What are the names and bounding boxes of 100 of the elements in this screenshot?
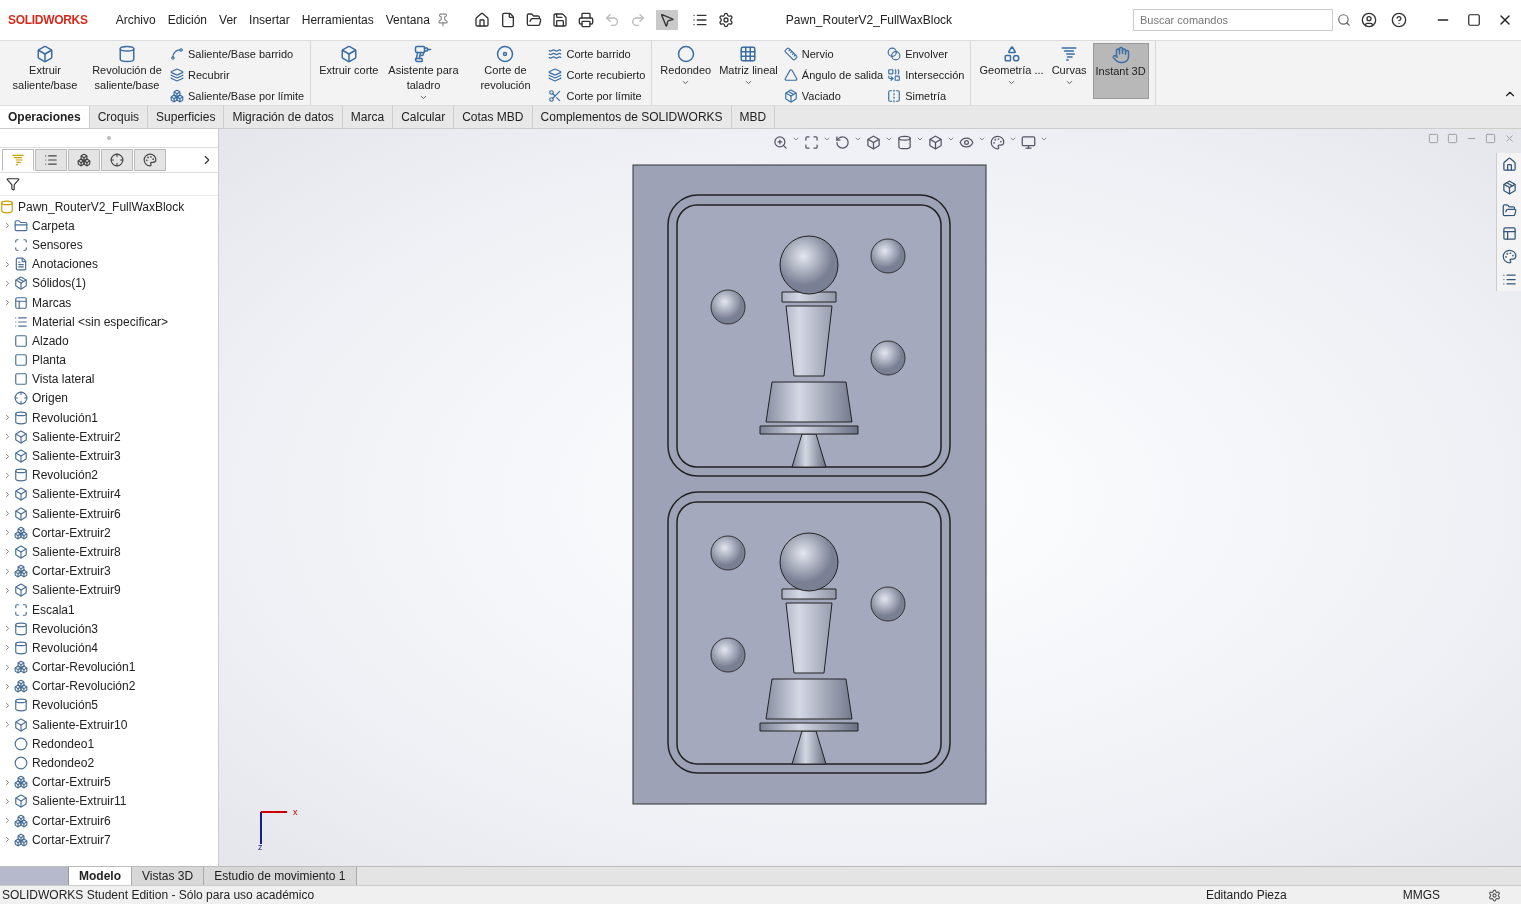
tree-item[interactable]: Revolución3 [32, 621, 99, 636]
ribbon-button[interactable]: Revolución de saliente/base [88, 43, 166, 99]
restore-icon[interactable] [1485, 133, 1496, 144]
filter-icon[interactable] [6, 177, 20, 191]
tree-item[interactable]: Cortar-Revolución1 [32, 660, 136, 675]
rotate-icon[interactable] [834, 135, 850, 150]
ribbon-button[interactable]: Corte de revolución [466, 43, 545, 99]
caret-icon[interactable] [791, 135, 800, 143]
tree-item[interactable]: Revolución2 [32, 468, 99, 483]
model-tab[interactable]: Vistas 3D [132, 867, 205, 885]
ribbon-button[interactable]: Geometría ... [977, 43, 1046, 99]
ribbon-button[interactable]: Curvas [1049, 43, 1089, 99]
ribbon-button[interactable]: Vaciado [783, 87, 884, 104]
search-icon[interactable] [1337, 13, 1351, 27]
tree-item[interactable]: Cortar-Extruir7 [32, 832, 111, 847]
menu-item[interactable]: Ventana [379, 13, 436, 27]
ribbon-button[interactable]: Asistente para taladro [384, 43, 463, 99]
tree-item[interactable]: Saliente-Extruir4 [32, 487, 121, 502]
tree-item[interactable]: Saliente-Extruir9 [32, 583, 121, 598]
zoom-fit-icon[interactable] [803, 135, 819, 150]
home-icon[interactable] [473, 12, 490, 28]
tree-item[interactable]: Saliente-Extruir3 [32, 449, 121, 464]
save-icon[interactable] [551, 12, 568, 28]
search-field[interactable]: Buscar comandos [1133, 9, 1333, 31]
tile-icon[interactable] [1447, 133, 1458, 144]
model-tab[interactable]: Estudio de movimiento 1 [204, 867, 357, 885]
tree-item[interactable]: Material <sin especificar> [32, 314, 169, 329]
palette-icon[interactable] [1501, 249, 1517, 264]
tile-icon[interactable] [1428, 133, 1439, 144]
caret-icon[interactable] [977, 135, 986, 143]
tree-item[interactable]: Alzado [32, 333, 69, 348]
ribbon-button[interactable]: Saliente/Base por límite [170, 87, 305, 104]
caret-icon[interactable] [1039, 135, 1048, 143]
tree-item[interactable]: Sólidos(1) [32, 276, 87, 291]
ribbon-button[interactable]: Saliente/Base barrido [170, 45, 305, 62]
tree-item[interactable]: Saliente-Extruir11 [32, 794, 127, 809]
ribbon-button[interactable]: Corte barrido [548, 45, 646, 62]
tree-item[interactable]: Revolución5 [32, 698, 99, 713]
tree-item[interactable]: Revolución4 [32, 640, 99, 655]
caret-icon[interactable] [1008, 135, 1017, 143]
list-icon[interactable] [1501, 272, 1517, 287]
tree-item[interactable]: Marcas [32, 295, 72, 310]
ribbon-button[interactable]: Nervio [783, 45, 884, 62]
ribbon-button[interactable]: Redondeo [658, 43, 714, 99]
package-icon[interactable] [1501, 180, 1517, 195]
tree-item[interactable]: Saliente-Extruir8 [32, 544, 121, 559]
tree-item[interactable]: Anotaciones [32, 257, 99, 272]
ribbon-button[interactable]: Corte por límite [548, 87, 646, 104]
home-icon[interactable] [1501, 157, 1517, 172]
tree-item[interactable]: Redondeo1 [32, 736, 95, 751]
account-icon[interactable] [1361, 12, 1377, 28]
ribbon-button[interactable]: Envolver [887, 45, 965, 62]
caret-icon[interactable] [853, 135, 862, 143]
caret-icon[interactable] [884, 135, 893, 143]
cube-icon[interactable] [865, 135, 881, 150]
help-icon[interactable] [1391, 12, 1407, 28]
tree-root[interactable]: Pawn_RouterV2_FullWaxBlock [18, 199, 185, 214]
ribbon-button[interactable]: Extruir saliente/base [6, 43, 84, 99]
panel-tab[interactable] [68, 149, 100, 171]
panel-tab[interactable] [101, 149, 133, 171]
caret-icon[interactable] [915, 135, 924, 143]
pin-icon[interactable] [435, 13, 450, 27]
tree-item[interactable]: Saliente-Extruir6 [32, 506, 121, 521]
ribbon-button[interactable]: Matriz lineal [717, 43, 780, 99]
redo-icon[interactable] [629, 12, 646, 28]
tree-item[interactable]: Escala1 [32, 602, 75, 617]
maximize-icon[interactable] [1467, 13, 1481, 27]
select-tool-button[interactable] [655, 10, 678, 30]
tree-item[interactable]: Redondeo2 [32, 756, 95, 771]
panel-tab[interactable] [134, 149, 166, 171]
ribbon-button[interactable]: Ángulo de salida [783, 66, 884, 83]
eye-icon[interactable] [958, 135, 974, 150]
tree-item[interactable]: Sensores [32, 237, 83, 252]
menu-item[interactable]: Archivo [109, 13, 162, 27]
tree-item[interactable]: Saliente-Extruir2 [32, 429, 121, 444]
ribbon-button[interactable]: Instant 3D [1092, 43, 1149, 99]
ribbon-button[interactable]: Extruir corte [317, 43, 381, 99]
monitor-icon[interactable] [1020, 135, 1036, 150]
menu-item[interactable]: Ver [213, 13, 244, 27]
ribbon-tab[interactable]: Operaciones [0, 106, 90, 128]
open-folder-icon[interactable] [525, 12, 542, 28]
menu-item[interactable]: Herramientas [295, 13, 380, 27]
menu-item[interactable]: Edición [161, 13, 214, 27]
tree-item[interactable]: Saliente-Extruir10 [32, 717, 128, 732]
tree-item[interactable]: Cortar-Extruir2 [32, 525, 111, 540]
palette-icon[interactable] [989, 135, 1005, 150]
tree-item[interactable]: Carpeta [32, 218, 75, 233]
ribbon-button[interactable]: Corte recubierto [548, 66, 646, 83]
caret-icon[interactable] [822, 135, 831, 143]
cylinder-icon[interactable] [896, 135, 912, 150]
undo-icon[interactable] [603, 12, 620, 28]
units-selector[interactable]: MMGS [1394, 888, 1448, 902]
tree-item[interactable]: Cortar-Extruir5 [32, 775, 111, 790]
grip-icon[interactable] [107, 136, 111, 140]
ribbon-button[interactable]: Intersección [887, 66, 965, 83]
tree-item[interactable]: Vista lateral [32, 372, 95, 387]
new-file-icon[interactable] [499, 12, 516, 28]
print-icon[interactable] [577, 12, 594, 28]
ribbon-button[interactable]: Recubrir [170, 66, 305, 83]
tree-item[interactable]: Cortar-Extruir3 [32, 564, 111, 579]
